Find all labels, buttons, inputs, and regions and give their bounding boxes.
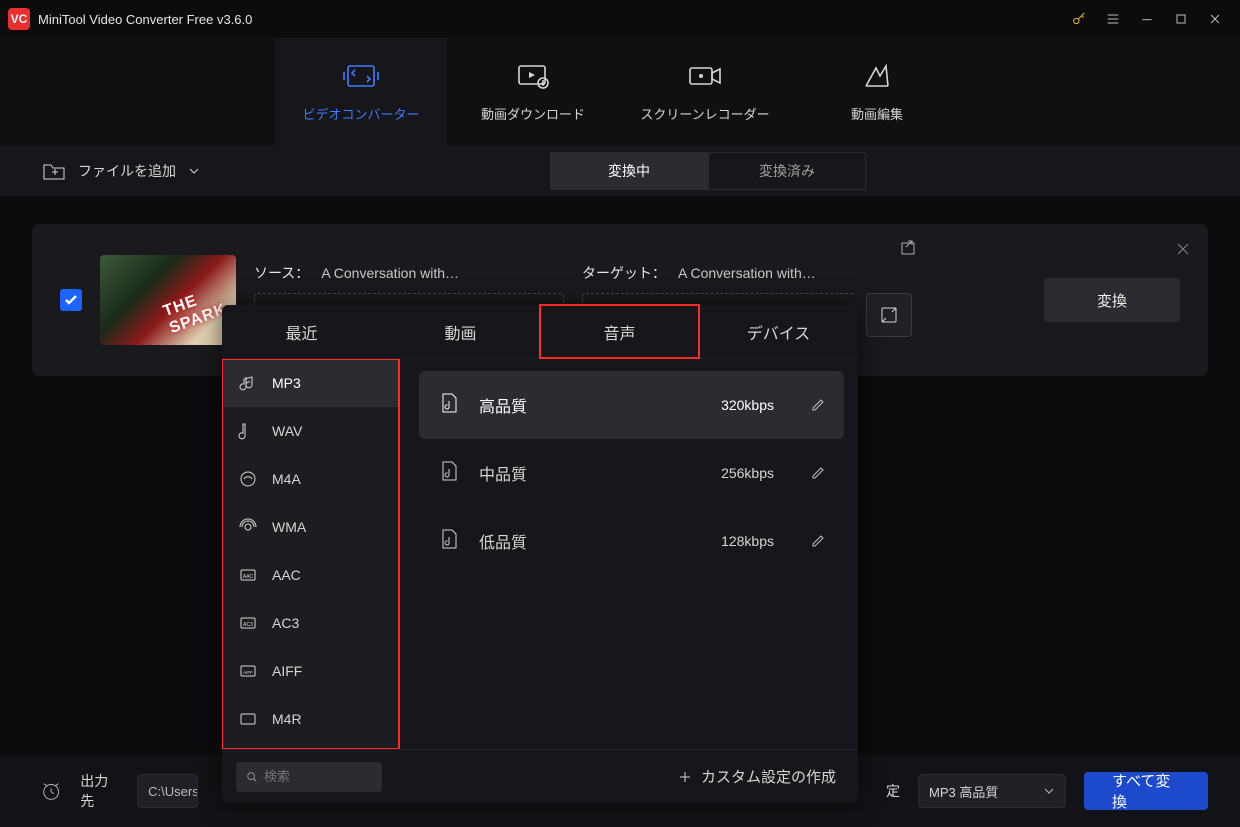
output-label: 出力先	[80, 771, 119, 811]
format-m4a[interactable]: M4A	[222, 455, 399, 503]
format-aiff[interactable]: AIFF AIFF	[222, 647, 399, 695]
search-box[interactable]	[236, 762, 382, 792]
task-checkbox[interactable]	[60, 289, 82, 311]
maximize-icon[interactable]	[1164, 0, 1198, 38]
toolbar: ファイルを追加 変換中 変換済み	[0, 146, 1240, 196]
app-title: MiniTool Video Converter Free v3.6.0	[38, 12, 252, 27]
edit-icon[interactable]	[810, 395, 826, 416]
profile-select-label: MP3 高品質	[929, 782, 998, 801]
default-suffix-text: 定	[886, 781, 900, 801]
convert-button[interactable]: 変換	[1044, 278, 1180, 322]
chevron-down-icon	[188, 165, 200, 177]
edit-icon[interactable]	[810, 531, 826, 552]
quality-low-label: 低品質	[479, 529, 527, 553]
tab-device[interactable]: デバイス	[699, 305, 858, 358]
format-wav[interactable]: WAV	[222, 407, 399, 455]
alarm-icon[interactable]	[40, 779, 62, 803]
format-popover: 最近 動画 音声 デバイス MP3 WAV M4A WMA AAC	[222, 305, 858, 803]
status-segment: 変換中 変換済み	[550, 152, 866, 190]
quality-medium-label: 中品質	[479, 461, 527, 485]
tab-recent[interactable]: 最近	[222, 305, 381, 358]
seg-done[interactable]: 変換済み	[708, 152, 866, 190]
target-filename: A Conversation with…	[678, 265, 816, 281]
target-settings-button[interactable]	[866, 293, 912, 337]
audio-file-icon	[437, 527, 461, 556]
plus-icon	[677, 769, 693, 785]
output-path-box[interactable]: C:\Users	[137, 774, 198, 808]
chevron-down-icon	[1043, 785, 1055, 797]
quality-low-rate: 128kbps	[721, 533, 774, 549]
main-nav: ビデオコンバーター 動画ダウンロード スクリーンレコーダー 動画編集	[0, 38, 1240, 146]
titlebar: VC MiniTool Video Converter Free v3.6.0	[0, 0, 1240, 38]
convert-all-button[interactable]: すべて変換	[1084, 772, 1208, 810]
nav-editor-label: 動画編集	[851, 104, 903, 123]
format-wma[interactable]: WMA	[222, 503, 399, 551]
quality-list: 高品質 320kbps 中品質 256kbps 低品質 128kbps	[399, 359, 858, 749]
edit-icon[interactable]	[810, 463, 826, 484]
source-label: ソース：	[254, 263, 309, 283]
upgrade-key-icon[interactable]	[1062, 0, 1096, 38]
format-m4r[interactable]: M4R	[222, 695, 399, 743]
search-icon	[246, 770, 258, 784]
add-file-label: ファイルを追加	[78, 161, 176, 181]
quality-high-rate: 320kbps	[721, 397, 774, 413]
custom-create-label: カスタム設定の作成	[701, 766, 836, 787]
quality-high[interactable]: 高品質 320kbps	[419, 371, 844, 439]
add-file-icon	[42, 161, 66, 181]
search-input[interactable]	[264, 769, 372, 784]
format-mp3[interactable]: MP3	[222, 359, 399, 407]
download-icon	[513, 62, 553, 90]
minimize-icon[interactable]	[1130, 0, 1164, 38]
nav-download[interactable]: 動画ダウンロード	[447, 38, 619, 146]
tab-video[interactable]: 動画	[381, 305, 540, 358]
tab-audio[interactable]: 音声	[540, 305, 699, 358]
nav-converter[interactable]: ビデオコンバーター	[275, 38, 447, 146]
format-list[interactable]: MP3 WAV M4A WMA AAC AAC AC3 AC3	[222, 359, 399, 749]
task-thumbnail[interactable]	[100, 255, 236, 345]
source-filename: A Conversation with…	[321, 265, 459, 281]
quality-low[interactable]: 低品質 128kbps	[419, 507, 844, 575]
profile-select[interactable]: MP3 高品質	[918, 774, 1066, 808]
audio-file-icon	[437, 459, 461, 488]
nav-editor[interactable]: 動画編集	[791, 38, 963, 146]
format-aac[interactable]: AAC AAC	[222, 551, 399, 599]
close-icon[interactable]	[1198, 0, 1232, 38]
svg-text:AIFF: AIFF	[243, 670, 253, 675]
open-output-icon[interactable]	[900, 238, 918, 261]
nav-recorder[interactable]: スクリーンレコーダー	[619, 38, 791, 146]
hamburger-menu-icon[interactable]	[1096, 0, 1130, 38]
svg-text:AAC: AAC	[243, 574, 254, 580]
add-file-button[interactable]: ファイルを追加	[42, 161, 200, 181]
nav-download-label: 動画ダウンロード	[481, 104, 585, 123]
nav-recorder-label: スクリーンレコーダー	[640, 104, 769, 123]
audio-file-icon	[437, 391, 461, 420]
quality-high-label: 高品質	[479, 393, 527, 417]
output-path-text: C:\Users	[148, 784, 198, 799]
popover-tabs: 最近 動画 音声 デバイス	[222, 305, 858, 359]
popover-footer: カスタム設定の作成	[222, 749, 858, 803]
nav-converter-label: ビデオコンバーター	[302, 104, 419, 123]
quality-medium-rate: 256kbps	[721, 465, 774, 481]
task-close-icon[interactable]	[1176, 242, 1190, 261]
format-ac3[interactable]: AC3 AC3	[222, 599, 399, 647]
custom-create-button[interactable]: カスタム設定の作成	[677, 766, 836, 787]
seg-converting[interactable]: 変換中	[550, 152, 708, 190]
app-logo: VC	[8, 8, 30, 30]
svg-text:AC3: AC3	[243, 622, 253, 628]
quality-medium[interactable]: 中品質 256kbps	[419, 439, 844, 507]
recorder-icon	[685, 62, 725, 90]
target-label: ターゲット：	[582, 263, 666, 283]
editor-icon	[857, 62, 897, 90]
converter-icon	[341, 62, 381, 90]
